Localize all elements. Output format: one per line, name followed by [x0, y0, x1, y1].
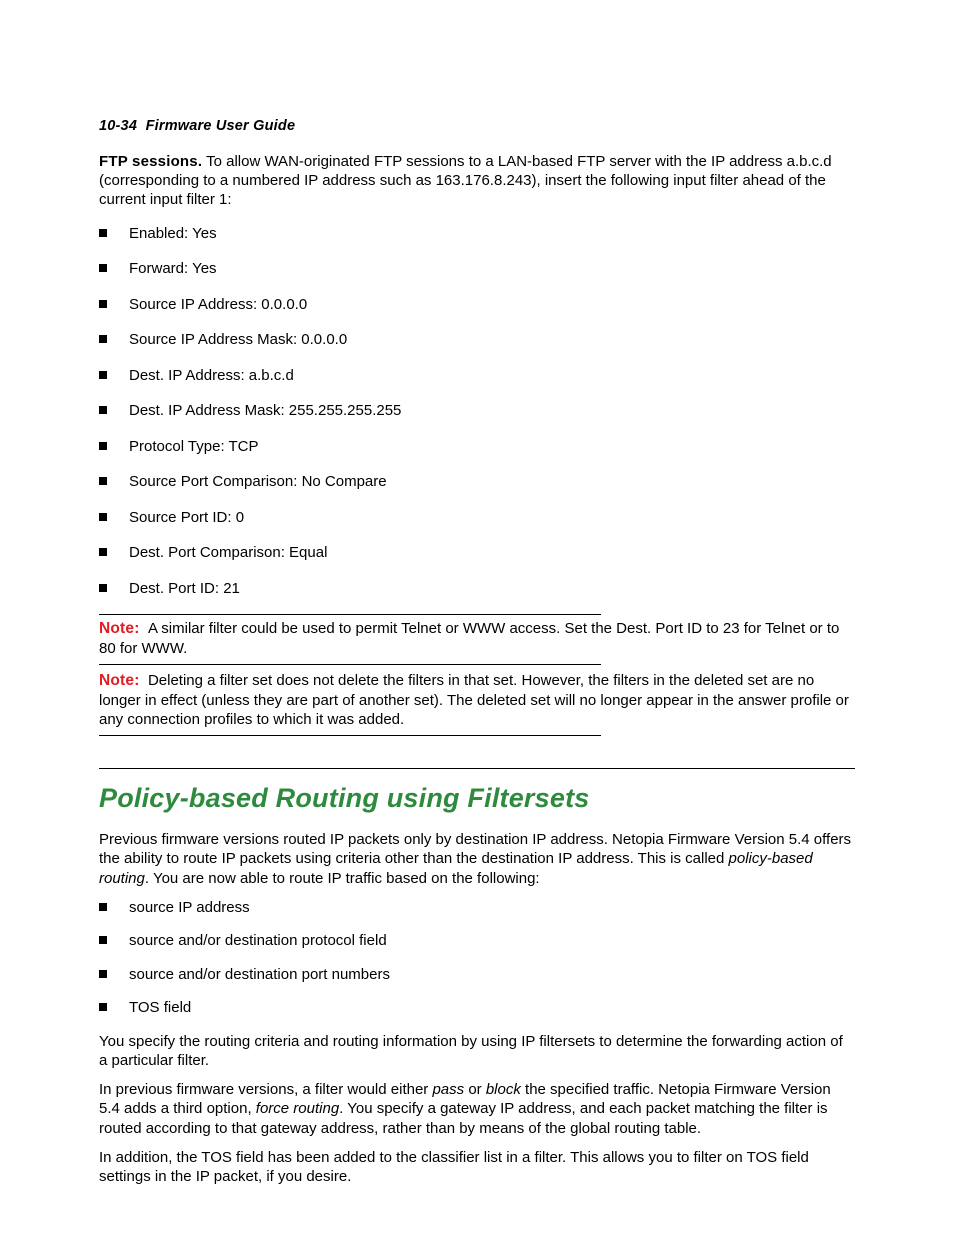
section-p2: You specify the routing criteria and rou…: [99, 1032, 855, 1070]
note-rule-bottom: [99, 735, 601, 736]
p3-em3: force routing: [256, 1100, 339, 1117]
list-item: Dest. IP Address: a.b.c.d: [99, 366, 855, 386]
note-label: Note:: [99, 672, 140, 689]
section-p4: In addition, the TOS field has been adde…: [99, 1148, 855, 1186]
intro-paragraph: FTP sessions. To allow WAN-originated FT…: [99, 152, 855, 210]
list-item: Dest. Port Comparison: Equal: [99, 543, 855, 563]
list-item: Source Port Comparison: No Compare: [99, 472, 855, 492]
list-item: Forward: Yes: [99, 259, 855, 279]
note-rule-top: [99, 614, 601, 615]
section-p1: Previous firmware versions routed IP pac…: [99, 830, 855, 888]
list-item: Dest. Port ID: 21: [99, 579, 855, 599]
intro-lead: FTP sessions.: [99, 153, 202, 170]
p1-b: . You are now able to route IP traffic b…: [145, 870, 540, 887]
p3-em2: block: [486, 1081, 521, 1098]
note-rule-bottom: [99, 664, 601, 665]
list-item: Source Port ID: 0: [99, 508, 855, 528]
list-item: Dest. IP Address Mask: 255.255.255.255: [99, 401, 855, 421]
note-label: Note:: [99, 620, 140, 637]
list-item: Source IP Address Mask: 0.0.0.0: [99, 330, 855, 350]
list-item: source IP address: [99, 898, 855, 918]
section-title: Policy-based Routing using Filtersets: [99, 783, 855, 814]
p3-a: In previous firmware versions, a filter …: [99, 1081, 432, 1098]
p3-b: or: [464, 1081, 486, 1098]
list-item: Protocol Type: TCP: [99, 437, 855, 457]
section-rule: [99, 768, 855, 769]
list-item: TOS field: [99, 998, 855, 1018]
note-text: A similar filter could be used to permit…: [99, 620, 839, 657]
list-item: source and/or destination protocol field: [99, 931, 855, 951]
intro-text: To allow WAN-originated FTP sessions to …: [99, 153, 832, 208]
note-1: Note: A similar filter could be used to …: [99, 619, 855, 658]
criteria-list: source IP address source and/or destinat…: [99, 898, 855, 1018]
note-text: Deleting a filter set does not delete th…: [99, 672, 849, 728]
guide-title: Firmware User Guide: [146, 118, 296, 134]
section-p3: In previous firmware versions, a filter …: [99, 1080, 855, 1138]
filter-parameter-list: Enabled: Yes Forward: Yes Source IP Addr…: [99, 224, 855, 599]
list-item: Enabled: Yes: [99, 224, 855, 244]
list-item: source and/or destination port numbers: [99, 965, 855, 985]
page-ref: 10-34: [99, 118, 137, 134]
note-2: Note: Deleting a filter set does not del…: [99, 671, 855, 729]
list-item: Source IP Address: 0.0.0.0: [99, 295, 855, 315]
p3-em1: pass: [432, 1081, 464, 1098]
page-header: 10-34 Firmware User Guide: [99, 118, 855, 134]
document-page: 10-34 Firmware User Guide FTP sessions. …: [0, 0, 954, 1186]
